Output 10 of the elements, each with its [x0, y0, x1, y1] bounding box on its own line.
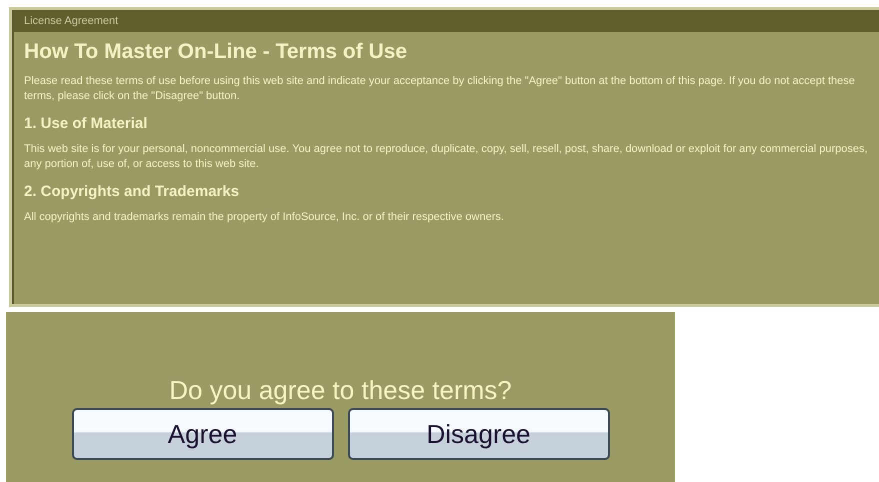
- paragraph: This web site is for your personal, noncommercial use. You agree not to reproduce, duplicate, copy, sell, resell, post, share, download or exploit for any commercial purposes, any portion of, use of, or access to this web site.: [24, 142, 869, 172]
- paragraph: Please read these terms of use before using this web site and indicate your acceptance by clicking the "Agree" button at the bottom of this page. If you do not accept these terms, please click on the "Disagree" button.: [24, 74, 856, 104]
- panel-title: License Agreement: [24, 14, 118, 29]
- section-heading: 2. Copyrights and Trademarks: [24, 182, 240, 202]
- question: Do you agree to these terms?: [169, 374, 512, 406]
- answer-button[interactable]: Agree: [72, 408, 334, 460]
- section-heading: 1. Use of Material: [24, 114, 148, 134]
- answer-button[interactable]: Disagree: [348, 408, 610, 460]
- paragraph: All copyrights and trademarks remain the property of InfoSource, Inc. or of their respective owners.: [24, 210, 505, 225]
- page-heading: How To Master On-Line - Terms of Use: [24, 39, 408, 65]
